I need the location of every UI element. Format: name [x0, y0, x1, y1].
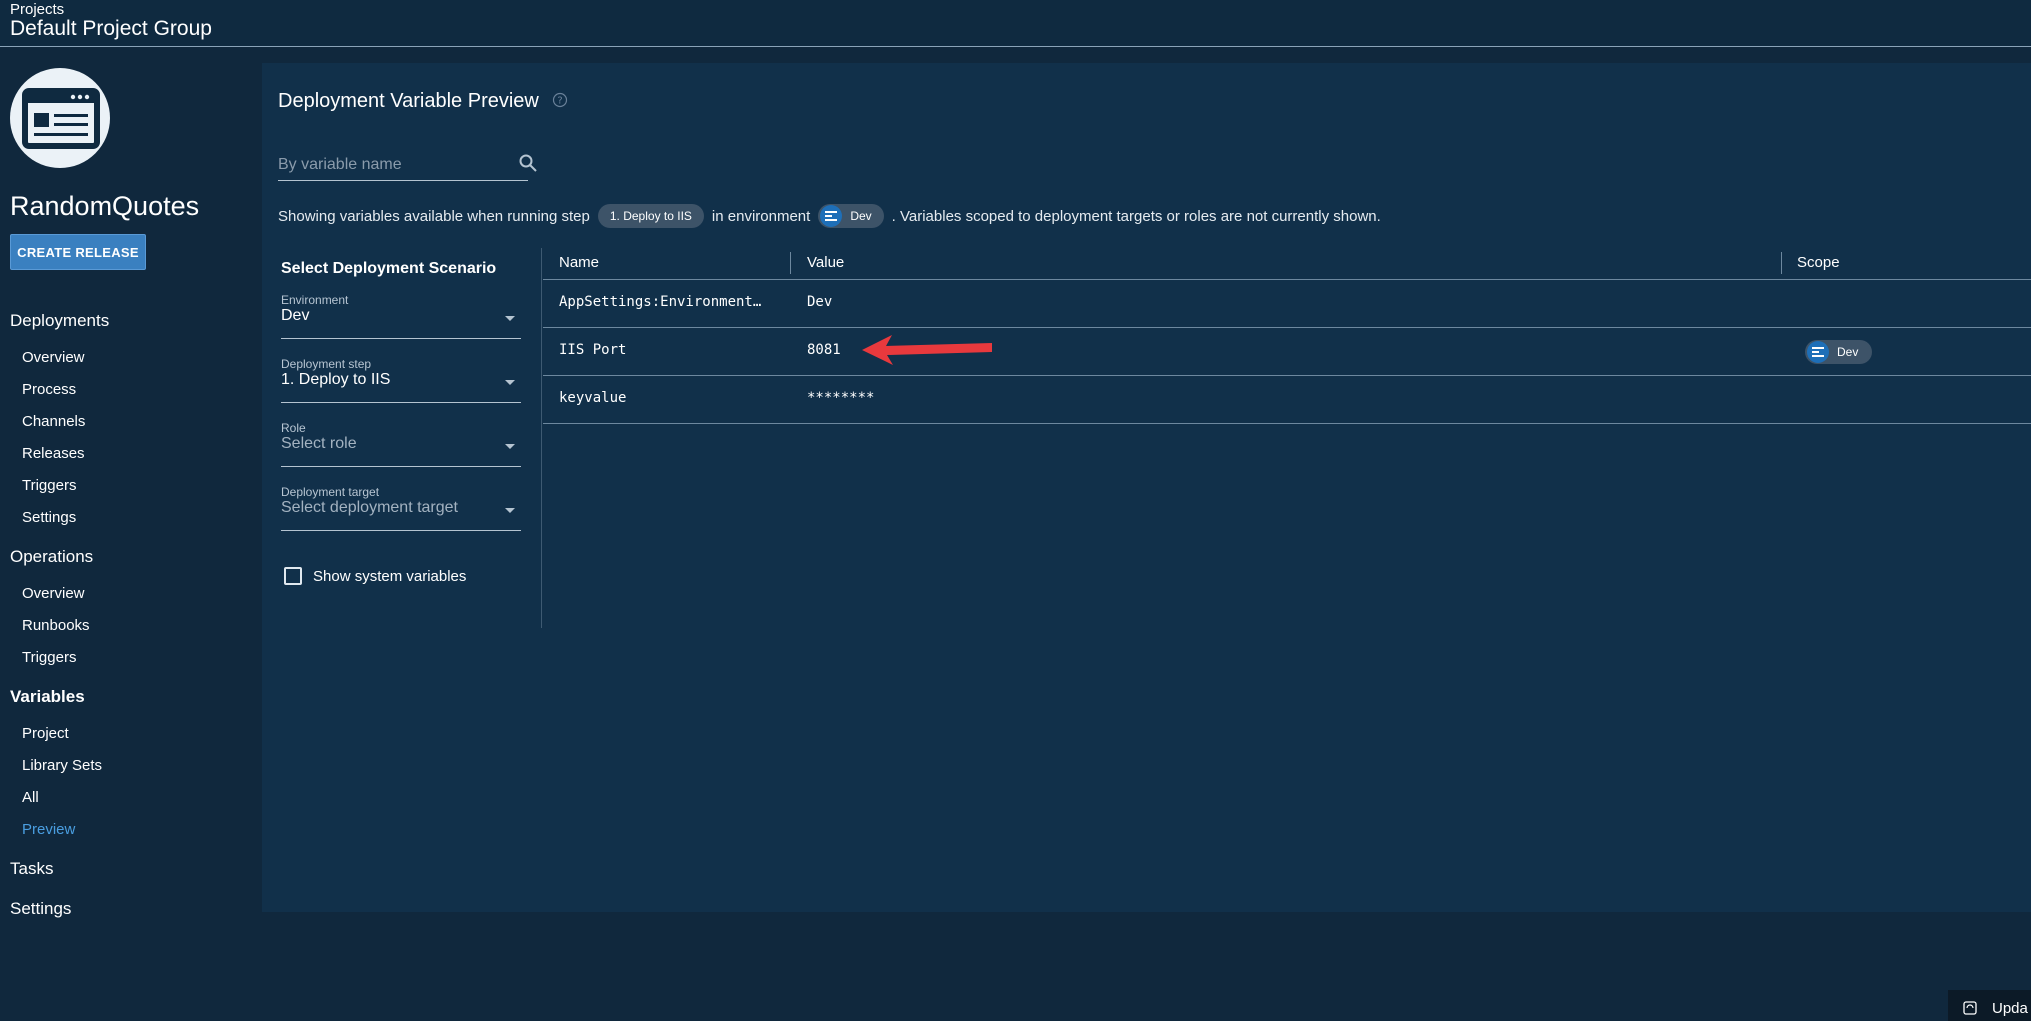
scope-chip: Dev [1805, 340, 1873, 364]
variables-table: Name Value Scope AppSettings:Environment… [543, 248, 2031, 424]
environment-chip-label: Dev [850, 209, 872, 223]
annotation-arrow-icon [862, 335, 992, 365]
project-group-title[interactable]: Default Project Group [10, 17, 212, 41]
chevron-down-icon[interactable] [505, 501, 515, 519]
update-label: Upda [1992, 1000, 2028, 1017]
update-notification[interactable]: Upda [1948, 990, 2031, 1021]
environment-icon [1807, 341, 1829, 363]
search-icon[interactable] [518, 153, 538, 178]
column-divider[interactable] [790, 252, 791, 274]
nav-operations-runbooks[interactable]: Runbooks [22, 617, 90, 634]
nav-deployments-overview[interactable]: Overview [22, 349, 85, 366]
nav-operations-triggers[interactable]: Triggers [22, 649, 76, 666]
svg-text:?: ? [557, 96, 562, 107]
deployment-scenario: Select Deployment Scenario Environment D… [262, 248, 542, 628]
chevron-down-icon[interactable] [505, 437, 515, 455]
info-middle: in environment [711, 207, 811, 225]
info-suffix: . Variables scoped to deployment targets… [891, 207, 1381, 225]
nav-tasks[interactable]: Tasks [10, 859, 53, 879]
search-input[interactable] [278, 154, 498, 176]
variable-value: ******** [807, 390, 875, 406]
refresh-icon [1962, 1000, 1978, 1020]
column-value[interactable]: Value [807, 254, 844, 271]
nav-deployments-releases[interactable]: Releases [22, 445, 85, 462]
column-name[interactable]: Name [559, 254, 599, 271]
environment-chip: Dev [818, 204, 884, 228]
deployment-target-select[interactable]: Deployment target Select deployment targ… [281, 485, 521, 531]
project-logo-icon [10, 68, 110, 168]
scenario-title: Select Deployment Scenario [281, 260, 497, 277]
info-line: Showing variables available when running… [278, 203, 1381, 229]
role-select[interactable]: Role Select role [281, 421, 521, 467]
nav-deployments-process[interactable]: Process [22, 381, 76, 398]
nav-settings[interactable]: Settings [10, 899, 71, 919]
variable-name: keyvalue [559, 390, 627, 406]
column-divider[interactable] [1781, 252, 1782, 274]
column-scope[interactable]: Scope [1797, 254, 1840, 271]
nav-variables-all[interactable]: All [22, 789, 39, 806]
show-system-variables[interactable]: Show system variables [284, 567, 466, 585]
deployment-target-placeholder: Select deployment target [281, 499, 458, 516]
variable-name: AppSettings:Environment… [559, 294, 762, 310]
table-header: Name Value Scope [543, 248, 2031, 280]
nav-deployments-triggers[interactable]: Triggers [22, 477, 76, 494]
table-row[interactable]: IIS Port 8081 Dev [543, 328, 2031, 376]
nav-variables-library-sets[interactable]: Library Sets [22, 757, 102, 774]
info-prefix: Showing variables available when running… [278, 207, 590, 225]
variable-preview-panel: Deployment Variable Preview ? Showing va… [262, 63, 2031, 912]
nav-variables-preview[interactable]: Preview [22, 821, 75, 838]
environment-select[interactable]: Environment Dev [281, 293, 521, 339]
deployment-step-select[interactable]: Deployment step 1. Deploy to IIS [281, 357, 521, 403]
nav-operations[interactable]: Operations [10, 547, 93, 567]
sidebar: RandomQuotes CREATE RELEASE Deployments … [0, 48, 262, 1021]
role-placeholder: Select role [281, 435, 357, 452]
deployment-target-label: Deployment target [281, 485, 380, 499]
nav-variables[interactable]: Variables [10, 687, 85, 707]
deployment-step-label: Deployment step [281, 357, 372, 371]
search-field [278, 148, 537, 181]
environment-value: Dev [281, 307, 310, 324]
show-system-variables-label: Show system variables [313, 567, 467, 585]
chevron-down-icon[interactable] [505, 373, 515, 391]
project-name: RandomQuotes [10, 191, 200, 221]
nav-deployments-channels[interactable]: Channels [22, 413, 85, 430]
table-row[interactable]: keyvalue ******** [543, 376, 2031, 424]
variable-name: IIS Port [559, 342, 627, 358]
step-chip: 1. Deploy to IIS [597, 204, 704, 228]
breadcrumb-projects[interactable]: Projects [10, 1, 64, 18]
variable-value: 8081 [807, 342, 841, 358]
environment-label: Environment [281, 293, 349, 307]
show-system-variables-checkbox[interactable] [284, 567, 302, 585]
variable-value: Dev [807, 294, 833, 310]
create-release-button[interactable]: CREATE RELEASE [10, 234, 146, 270]
chevron-down-icon[interactable] [505, 309, 515, 327]
nav-variables-project[interactable]: Project [22, 725, 69, 742]
nav-deployments-settings[interactable]: Settings [22, 509, 76, 526]
nav-operations-overview[interactable]: Overview [22, 585, 85, 602]
nav-deployments[interactable]: Deployments [10, 311, 109, 331]
deployment-step-value: 1. Deploy to IIS [281, 371, 391, 388]
table-row[interactable]: AppSettings:Environment… Dev [543, 280, 2031, 328]
environment-icon [820, 205, 843, 227]
help-icon[interactable]: ? [552, 92, 568, 113]
role-label: Role [281, 421, 306, 435]
top-header: Projects Default Project Group [0, 0, 2031, 47]
panel-title: Deployment Variable Preview [278, 90, 539, 112]
scope-chip-label: Dev [1837, 345, 1859, 359]
